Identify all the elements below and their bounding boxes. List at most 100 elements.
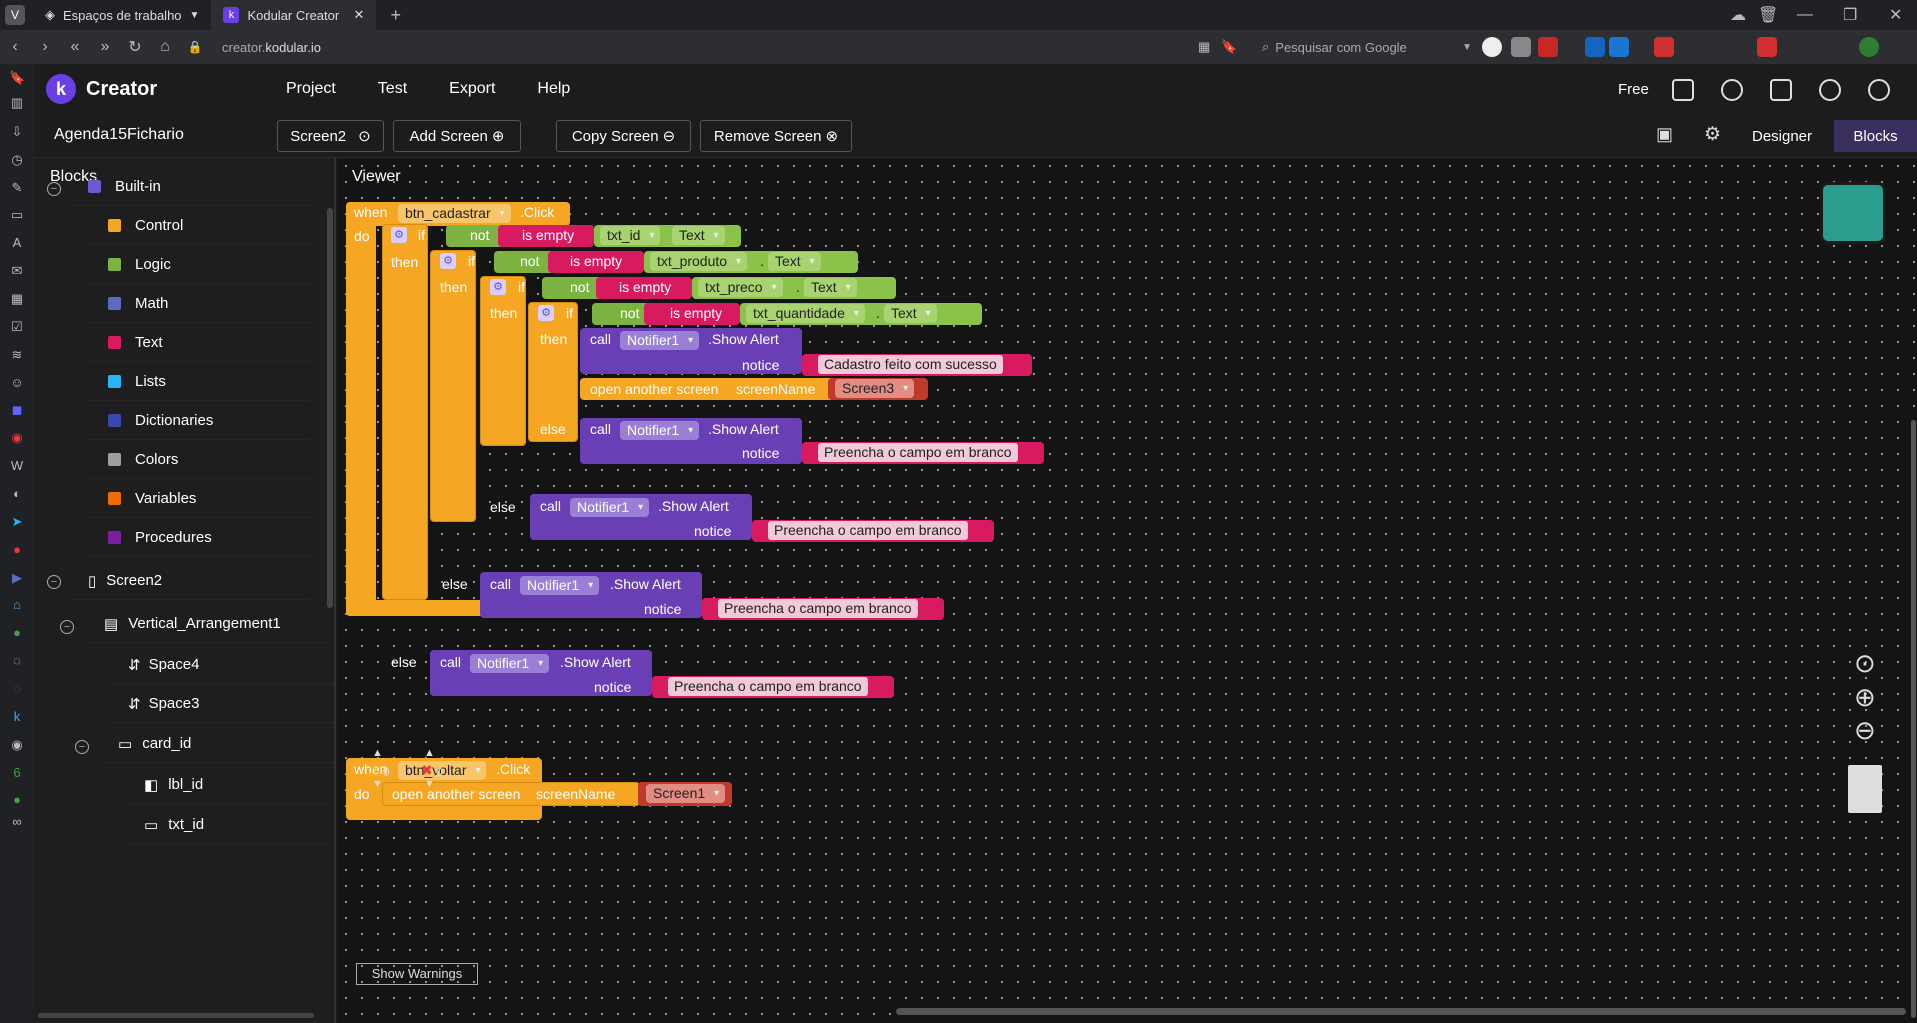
calendar-icon[interactable]: ▦ <box>9 291 25 307</box>
docs-icon[interactable] <box>1770 79 1792 101</box>
feeds-icon[interactable]: ≋ <box>9 347 25 363</box>
remove-screen-button[interactable]: Remove Screen ⊗ <box>700 120 852 152</box>
string-value[interactable]: Preencha o campo em branco <box>718 599 918 618</box>
show-warnings-button[interactable]: Show Warnings <box>356 963 478 985</box>
search-input[interactable]: ⌕ Pesquisar com Google ▼ <box>1262 34 1472 60</box>
contacts-icon[interactable]: ☺ <box>9 375 25 391</box>
bookmark-icon[interactable]: 🔖 <box>1221 39 1237 55</box>
tab-blocks[interactable]: Blocks <box>1834 120 1917 152</box>
gear-icon[interactable]: ⚙ <box>490 279 506 295</box>
wikipedia-icon[interactable]: W <box>9 458 25 474</box>
gear-icon[interactable]: ⚙ <box>538 305 554 321</box>
player-icon[interactable]: ▶ <box>9 570 25 586</box>
telegram-icon[interactable]: ➤ <box>9 514 25 530</box>
fast-forward-icon[interactable]: » <box>90 38 120 56</box>
collapse-vertical-icon[interactable]: − <box>60 620 74 634</box>
property-dropdown[interactable]: Text <box>768 252 821 271</box>
tree-builtin[interactable]: Built-in <box>70 168 310 206</box>
component-dropdown[interactable]: txt_id <box>600 226 661 245</box>
viewer-hscroll[interactable] <box>896 1008 1906 1015</box>
menu-test[interactable]: Test <box>378 80 407 98</box>
extension-icon[interactable] <box>1654 37 1674 57</box>
component-dropdown[interactable]: btn_cadastrar <box>398 204 511 223</box>
workspaces-tab[interactable]: ◈ Espaços de trabalho ▼ <box>33 0 211 30</box>
downloads-icon[interactable]: ⇩ <box>9 124 25 140</box>
property-dropdown[interactable]: Text <box>672 226 725 245</box>
tree-builtin-variables[interactable]: Variables <box>88 480 310 518</box>
web-panel-icon[interactable]: ◉ <box>9 737 25 753</box>
tasks-icon[interactable]: ☑ <box>9 319 25 335</box>
new-project-icon[interactable] <box>1672 79 1694 101</box>
add-screen-button[interactable]: Add Screen ⊕ <box>393 120 521 152</box>
home-icon[interactable]: ⌂ <box>150 38 180 56</box>
reload-icon[interactable]: ↻ <box>120 37 150 57</box>
forward-icon[interactable]: › <box>30 38 60 56</box>
blocks-workspace[interactable]: Viewer when btn_cadastrar .Click do ⚙ if… <box>338 158 1917 1023</box>
error-down-arrow-icon[interactable]: ▼ <box>424 778 435 790</box>
tree-txt-id[interactable]: ▭ txt_id <box>130 806 330 844</box>
web-panel-icon[interactable]: ◌ <box>9 653 25 669</box>
settings-icon[interactable]: ⚙ <box>1704 123 1721 146</box>
badge-panel-icon[interactable]: ● <box>9 542 25 558</box>
tab-designer[interactable]: Designer <box>1739 120 1825 152</box>
error-up-arrow-icon[interactable]: ▲ <box>424 747 435 759</box>
property-dropdown[interactable]: Text <box>884 304 937 323</box>
spotify-icon[interactable]: ● <box>9 792 25 808</box>
extension-icon[interactable] <box>1538 37 1558 57</box>
qr-icon[interactable]: ▦ <box>1198 39 1210 55</box>
screen-dropdown[interactable]: Screen1 <box>646 784 726 803</box>
string-value[interactable]: Preencha o campo em branco <box>768 521 968 540</box>
property-dropdown[interactable]: Text <box>804 278 857 297</box>
extension-icon[interactable] <box>1609 37 1629 57</box>
web-panel-icon[interactable]: ◌ <box>9 681 25 697</box>
if-block-1[interactable] <box>382 224 428 600</box>
screen-dropdown[interactable]: Screen3 <box>835 379 915 398</box>
web-panel-icon[interactable]: 6 <box>9 765 25 781</box>
vivaldi-icon[interactable]: V <box>5 5 25 25</box>
url-field[interactable]: creator.kodular.io <box>222 40 321 55</box>
bookmarks-icon[interactable]: 🔖 <box>9 70 25 86</box>
maximize-icon[interactable]: ❐ <box>1843 5 1857 25</box>
tree-builtin-math[interactable]: Math <box>88 285 310 323</box>
tree-builtin-logic[interactable]: Logic <box>88 246 310 284</box>
string-value[interactable]: Preencha o campo em branco <box>668 677 868 696</box>
mastodon-icon[interactable]: ◼ <box>9 402 25 418</box>
new-tab-icon[interactable]: + <box>390 5 401 26</box>
mail-icon[interactable]: ✉ <box>9 263 25 279</box>
close-window-icon[interactable]: ✕ <box>1889 5 1902 25</box>
menu-export[interactable]: Export <box>449 80 495 98</box>
warning-up-arrow-icon[interactable]: ▲ <box>372 747 383 759</box>
component-dropdown[interactable]: Notifier1 <box>570 498 650 517</box>
minimize-icon[interactable]: — <box>1797 6 1813 24</box>
plan-badge[interactable]: Free <box>1618 81 1649 98</box>
collapse-screen-icon[interactable]: − <box>47 575 61 589</box>
tree-space4[interactable]: ⇵ Space4 <box>114 646 334 684</box>
back-icon[interactable]: ‹ <box>0 38 30 56</box>
viewer-vscroll[interactable] <box>1911 420 1916 1018</box>
trash-can-icon[interactable] <box>1848 765 1882 813</box>
gear-icon[interactable]: ⚙ <box>440 253 456 269</box>
themes-icon[interactable] <box>1721 79 1743 101</box>
component-dropdown[interactable]: txt_quantidade <box>746 304 865 323</box>
tree-builtin-procedures[interactable]: Procedures <box>88 519 310 557</box>
string-value[interactable]: Cadastro feito com sucesso <box>818 355 1003 374</box>
component-dropdown[interactable]: txt_preco <box>698 278 783 297</box>
copy-screen-button[interactable]: Copy Screen ⊖ <box>556 120 691 152</box>
menu-project[interactable]: Project <box>286 80 336 98</box>
gear-icon[interactable]: ⚙ <box>391 227 407 243</box>
reader-icon[interactable]: ▥ <box>9 95 25 111</box>
tab-kodular[interactable]: k Kodular Creator ✕ <box>211 0 377 30</box>
more-icon[interactable]: ∞ <box>9 814 25 830</box>
tree-builtin-lists[interactable]: Lists <box>88 363 310 401</box>
extension-icon[interactable] <box>1757 37 1777 57</box>
string-value[interactable]: Preencha o campo em branco <box>818 443 1018 462</box>
menu-help[interactable]: Help <box>537 80 570 98</box>
panel-hscroll[interactable] <box>38 1013 314 1018</box>
zoom-in-icon[interactable]: ⊕ <box>1854 682 1876 713</box>
house-icon[interactable]: ⌂ <box>9 597 25 613</box>
tree-vertical-arrangement[interactable]: ▤ Vertical_Arrangement1 <box>86 605 326 643</box>
component-dropdown[interactable]: Notifier1 <box>620 331 700 350</box>
extension-icon[interactable] <box>1511 37 1531 57</box>
extension-icon[interactable] <box>1859 37 1879 57</box>
tree-builtin-colors[interactable]: Colors <box>88 441 310 479</box>
